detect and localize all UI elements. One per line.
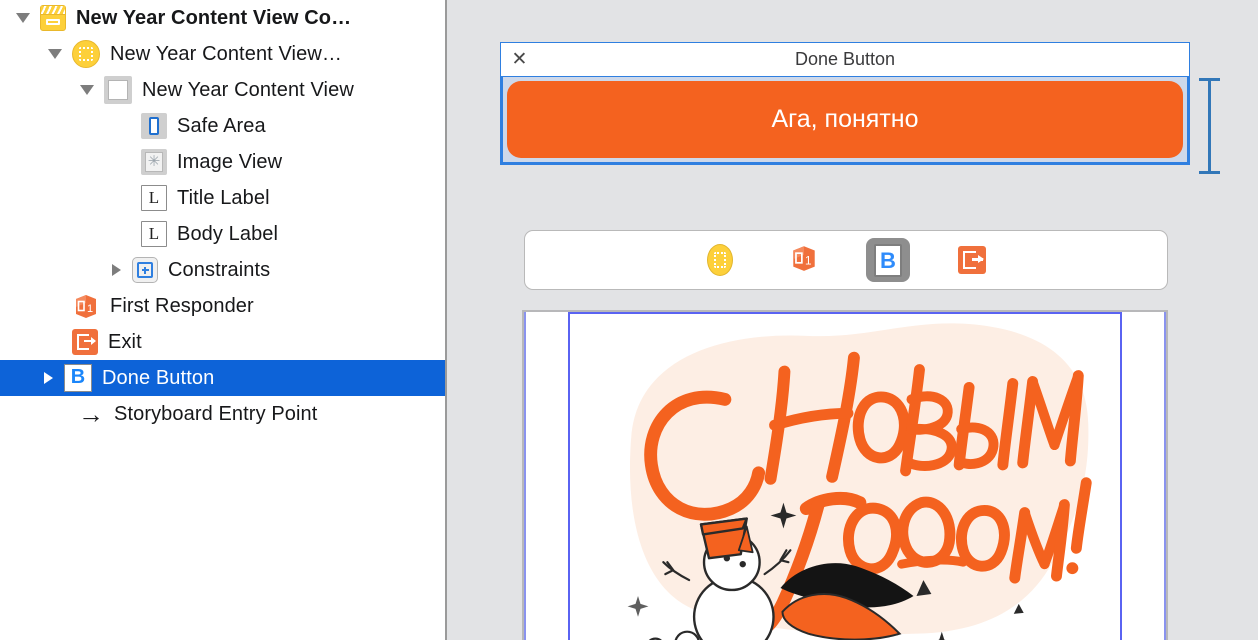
first-responder-icon: 1 xyxy=(72,292,100,320)
xcode-interface-builder: New Year Content View Co… New Year Conte… xyxy=(0,0,1258,640)
outline-row-done-button[interactable]: B Done Button xyxy=(0,360,445,396)
dock-item-first-responder[interactable]: 1 xyxy=(782,238,826,282)
outline-row-view-controller[interactable]: New Year Content View… xyxy=(0,36,445,72)
svg-text:1: 1 xyxy=(87,303,93,315)
dock-item-view-controller[interactable] xyxy=(698,238,742,282)
outline-row-label: Image View xyxy=(177,150,283,173)
done-button-scene[interactable]: ✕ Done Button Ага, понятно xyxy=(500,42,1190,165)
scene-dock[interactable]: 1 B xyxy=(524,230,1168,290)
new-year-illustration xyxy=(570,314,1120,640)
constraint-bar-icon xyxy=(1208,80,1211,172)
guide-outer-right xyxy=(1164,312,1166,640)
outline-row-exit[interactable]: Exit xyxy=(0,324,445,360)
entry-point-icon: → xyxy=(78,399,104,429)
outline-row-label: Exit xyxy=(108,330,142,353)
outline-row-label: Title Label xyxy=(177,186,270,209)
outline-row-scene[interactable]: New Year Content View Co… xyxy=(0,0,445,36)
scene-title: Done Button xyxy=(794,49,896,69)
exit-icon xyxy=(958,246,986,274)
outline-row-label: Safe Area xyxy=(177,114,266,137)
content-view-preview[interactable] xyxy=(522,310,1168,640)
outline-row-title-label[interactable]: L Title Label xyxy=(0,180,445,216)
exit-icon xyxy=(72,329,98,355)
constraints-icon xyxy=(132,257,158,283)
button-icon: B xyxy=(64,364,92,392)
outline-row-label: New Year Content View… xyxy=(110,42,342,65)
disclosure-triangle-closed-icon[interactable] xyxy=(44,372,53,384)
scene-title-bar[interactable]: ✕ Done Button xyxy=(500,42,1190,77)
outline-row-safe-area[interactable]: Safe Area xyxy=(0,108,445,144)
scene-icon xyxy=(40,5,66,31)
disclosure-triangle-open-icon[interactable] xyxy=(16,13,30,23)
outline-row-constraints[interactable]: Constraints xyxy=(0,252,445,288)
scene-body[interactable]: Ага, понятно xyxy=(500,77,1190,165)
outline-row-label: Done Button xyxy=(102,366,215,389)
outline-row-label: First Responder xyxy=(110,294,254,317)
outline-row-image-view[interactable]: Image View xyxy=(0,144,445,180)
disclosure-triangle-open-icon[interactable] xyxy=(80,85,94,95)
outline-row-label: Body Label xyxy=(177,222,279,245)
outline-row-view[interactable]: New Year Content View xyxy=(0,72,445,108)
constraint-cap-bottom-icon xyxy=(1199,171,1220,174)
view-icon xyxy=(104,76,132,104)
disclosure-triangle-closed-icon[interactable] xyxy=(112,264,121,276)
button-icon: B xyxy=(874,243,902,277)
view-controller-icon xyxy=(72,40,100,68)
close-icon[interactable]: ✕ xyxy=(510,50,529,69)
outline-row-label: New Year Content View Co… xyxy=(76,6,352,29)
guide-outer-left xyxy=(524,312,526,640)
first-responder-icon: 1 xyxy=(789,243,819,278)
view-controller-icon xyxy=(707,244,733,276)
outline-row-first-responder[interactable]: 1 First Responder xyxy=(0,288,445,324)
outline-row-storyboard-entry-point[interactable]: → Storyboard Entry Point xyxy=(0,396,445,432)
label-icon: L xyxy=(141,221,167,247)
guide-inner-right xyxy=(1120,312,1122,640)
outline-row-body-label[interactable]: L Body Label xyxy=(0,216,445,252)
outline-row-label: New Year Content View xyxy=(142,78,354,101)
dock-item-exit[interactable] xyxy=(950,238,994,282)
height-constraint-indicator[interactable] xyxy=(1199,78,1220,174)
outline-row-label: Storyboard Entry Point xyxy=(114,402,318,425)
image-view-icon xyxy=(141,149,167,175)
dock-item-done-button[interactable]: B xyxy=(866,238,910,282)
label-icon: L xyxy=(141,185,167,211)
disclosure-triangle-open-icon[interactable] xyxy=(48,49,62,59)
document-outline-panel[interactable]: New Year Content View Co… New Year Conte… xyxy=(0,0,447,640)
outline-row-label: Constraints xyxy=(168,258,271,281)
safe-area-icon xyxy=(141,113,167,139)
canvas-area[interactable]: ✕ Done Button Ага, понятно 1 B xyxy=(447,0,1258,640)
done-button-preview[interactable]: Ага, понятно xyxy=(507,81,1183,158)
svg-text:1: 1 xyxy=(805,254,812,267)
